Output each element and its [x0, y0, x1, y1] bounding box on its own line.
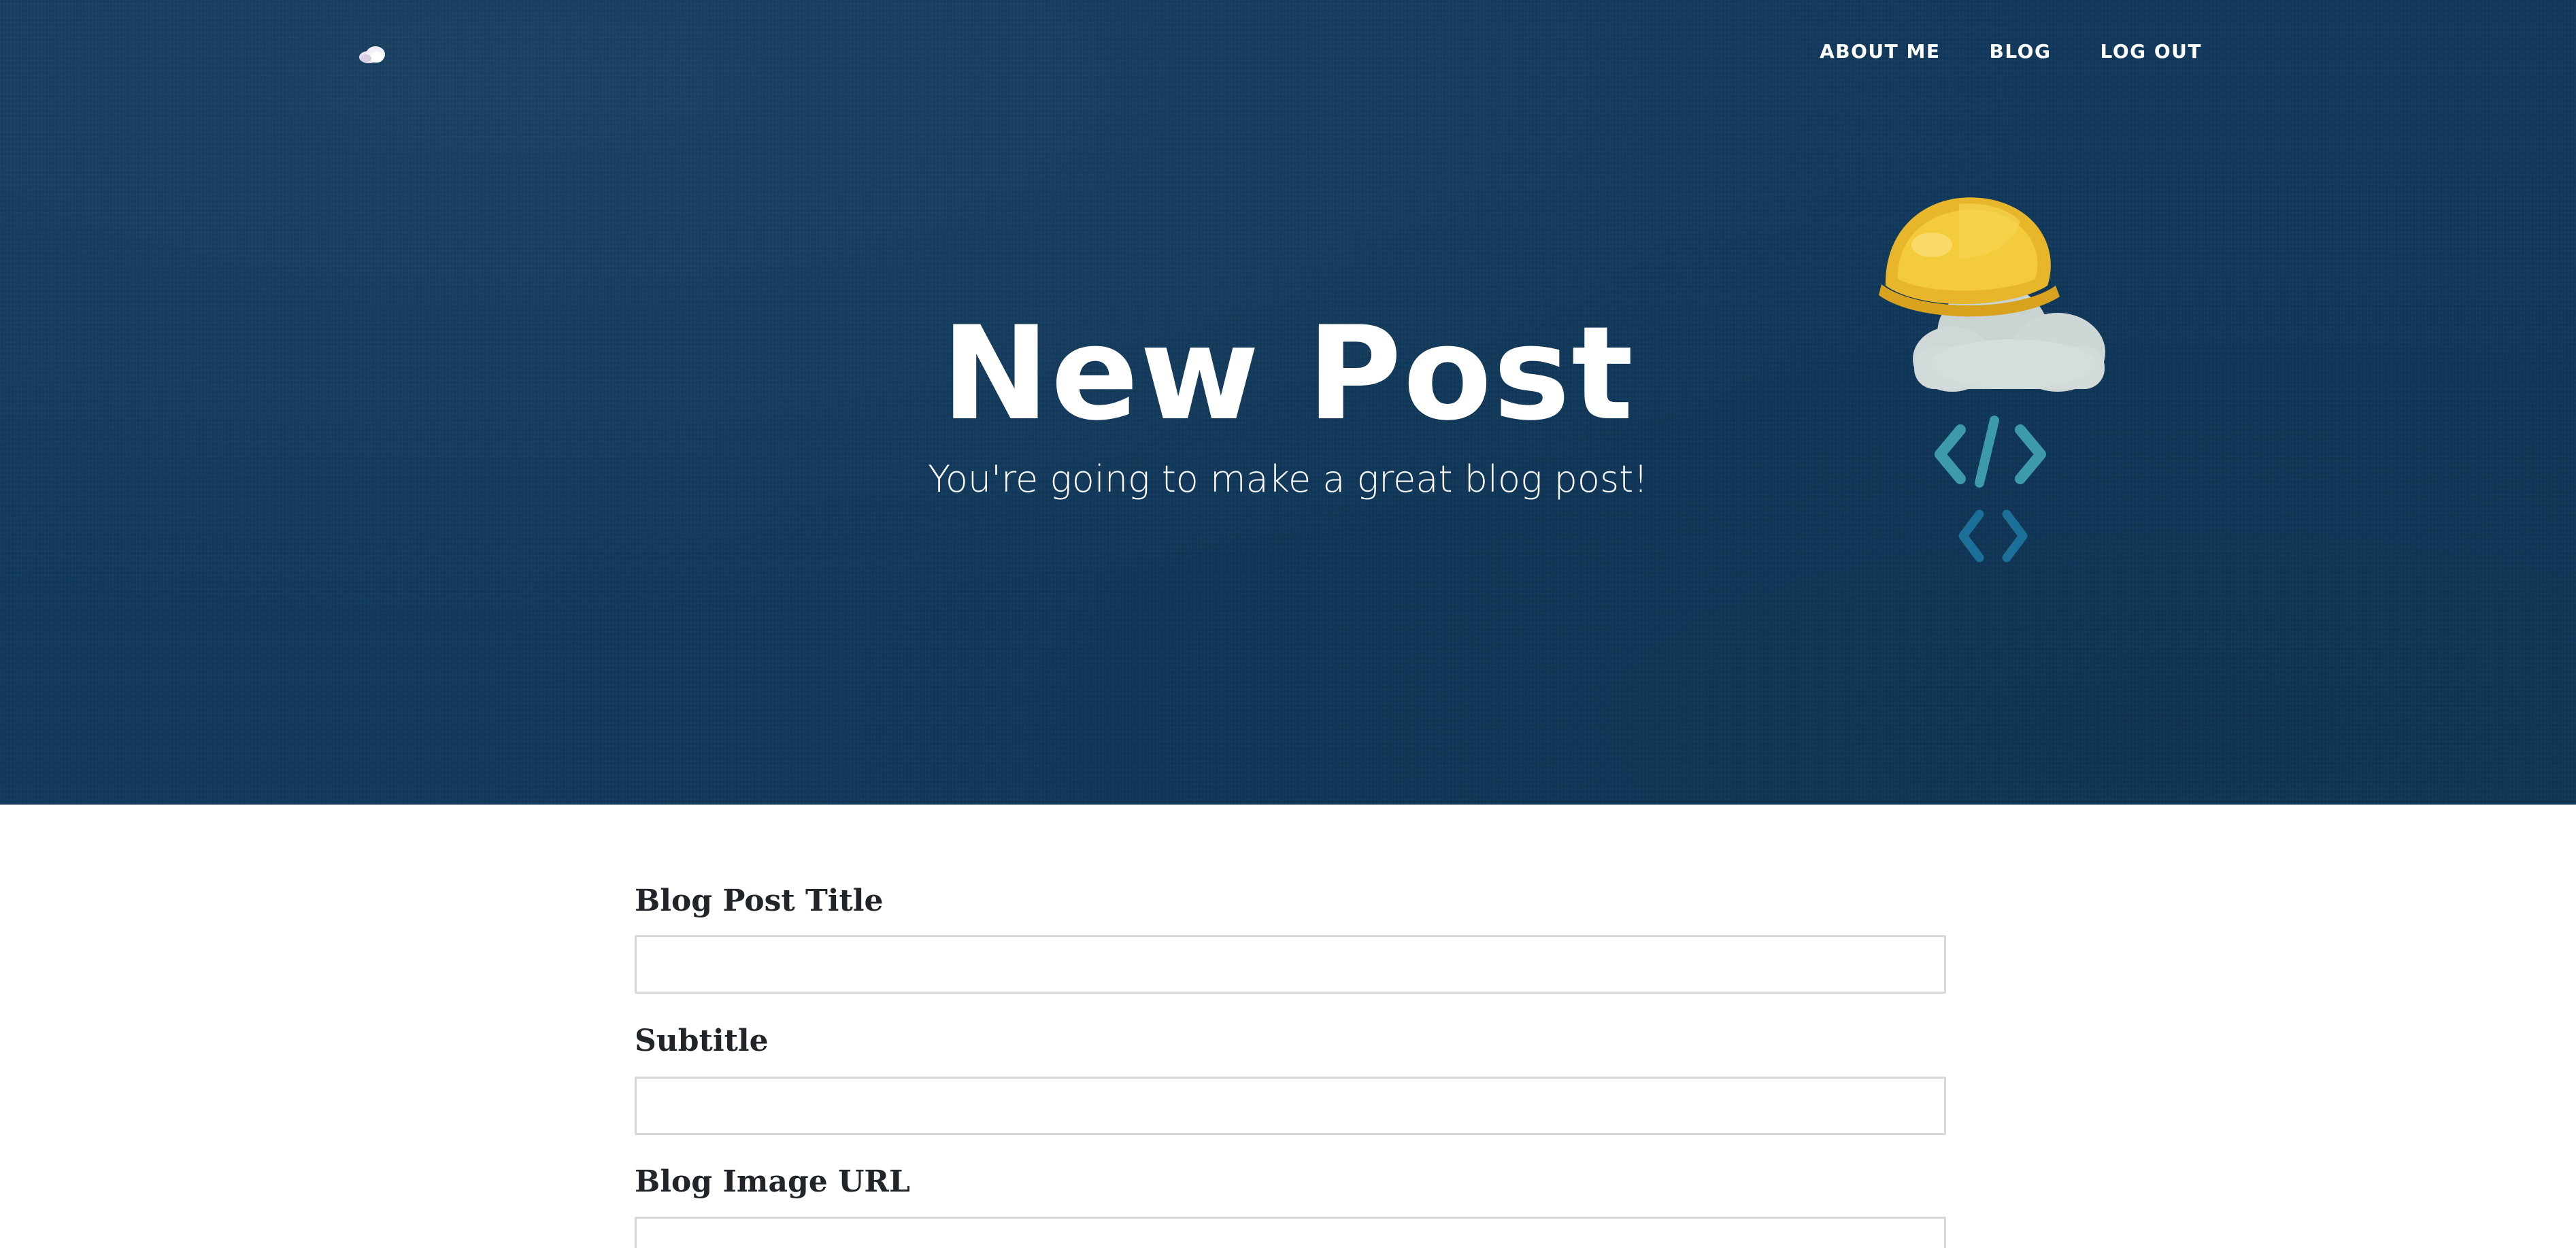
angle-brackets-shape [1958, 509, 2028, 562]
nav-links: ABOUT ME BLOG LOG OUT [1820, 38, 2202, 65]
nav-item-about: ABOUT ME [1820, 38, 1940, 65]
code-tag-shape [1935, 416, 2046, 488]
blog-post-title-label: Blog Post Title [635, 883, 884, 918]
blog-image-url-input[interactable] [635, 1217, 1946, 1248]
cloud-icon[interactable] [356, 44, 389, 65]
subtitle-input[interactable] [635, 1077, 1946, 1135]
hardhat-shape [1879, 197, 2060, 317]
nav-item-blog: BLOG [1990, 38, 2052, 65]
blog-post-title-input[interactable] [635, 935, 1946, 994]
blog-image-url-label: Blog Image URL [635, 1164, 910, 1199]
page-subtitle: You're going to make a great blog post! [928, 458, 1648, 501]
subtitle-label: Subtitle [635, 1024, 769, 1058]
hero-header: ABOUT ME BLOG LOG OUT New Post You're go… [0, 0, 2576, 805]
nav-link-about-me[interactable]: ABOUT ME [1820, 40, 1940, 63]
page: ABOUT ME BLOG LOG OUT New Post You're go… [0, 0, 2576, 1248]
nav-link-blog[interactable]: BLOG [1990, 40, 2052, 63]
page-title: New Post [941, 299, 1635, 449]
cloud-hardhat-code-icon [1879, 197, 2105, 562]
nav-item-logout: LOG OUT [2100, 38, 2202, 65]
nav-link-log-out[interactable]: LOG OUT [2100, 40, 2202, 63]
